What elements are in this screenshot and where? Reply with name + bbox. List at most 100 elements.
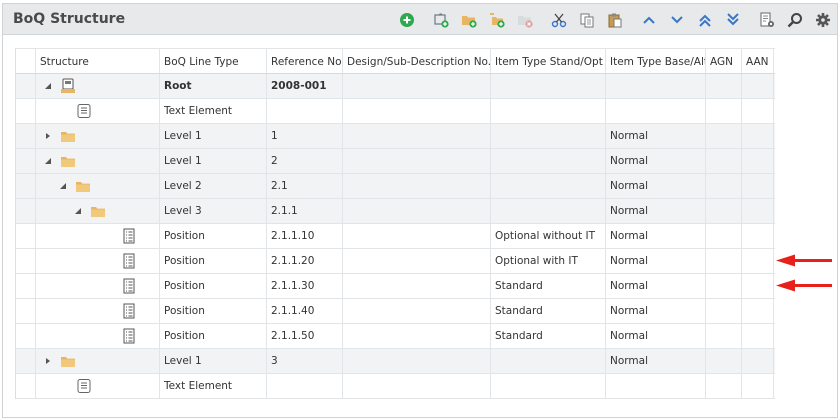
add-subfolder-button[interactable]: [483, 6, 511, 34]
aan-cell: [742, 199, 774, 223]
design-subdesc-cell: [343, 174, 491, 198]
table-row[interactable]: Position 2.1.1.30 Standard Normal: [16, 274, 775, 299]
agn-cell: [706, 174, 742, 198]
agn-cell: [706, 374, 742, 398]
move-bottom-button[interactable]: [719, 6, 747, 34]
base-alt-cell: Normal: [606, 174, 706, 198]
design-subdesc-cell: [343, 199, 491, 223]
line-type-cell: Position: [160, 249, 267, 273]
column-header-structure[interactable]: Structure: [36, 49, 160, 73]
row-spacer: [16, 349, 36, 373]
column-header-line-type[interactable]: BoQ Line Type: [160, 49, 267, 73]
table-row[interactable]: Text Element: [16, 99, 775, 124]
table-row[interactable]: Level 3 2.1.1 Normal: [16, 199, 775, 224]
reference-cell: 2.1.1: [267, 199, 343, 223]
structure-cell: [36, 349, 160, 373]
aan-cell: [742, 299, 774, 323]
settings-list-button[interactable]: [753, 6, 781, 34]
agn-cell: [706, 99, 742, 123]
table-row[interactable]: Root 2008-001: [16, 74, 775, 99]
expand-triangle-icon[interactable]: [44, 357, 52, 365]
aan-cell: [742, 99, 774, 123]
stand-opt-cell: [491, 74, 606, 98]
structure-cell: [36, 374, 160, 398]
structure-cell: [36, 174, 160, 198]
table-row[interactable]: Position 2.1.1.50 Standard Normal: [16, 324, 775, 349]
collapse-triangle-icon[interactable]: [74, 207, 82, 215]
design-subdesc-cell: [343, 124, 491, 148]
paste-button[interactable]: [601, 6, 629, 34]
design-subdesc-cell: [343, 299, 491, 323]
column-header-stand-opt[interactable]: Item Type Stand/Opt: [491, 49, 606, 73]
column-header-aan[interactable]: AAN: [742, 49, 774, 73]
add-root-button[interactable]: [427, 6, 455, 34]
aan-cell: [742, 74, 774, 98]
aan-cell: [742, 274, 774, 298]
agn-cell: [706, 224, 742, 248]
reference-cell: 2.1.1.20: [267, 249, 343, 273]
structure-cell: [36, 124, 160, 148]
move-top-icon: [699, 14, 711, 27]
structure-cell: [36, 299, 160, 323]
aan-cell: [742, 324, 774, 348]
agn-cell: [706, 74, 742, 98]
structure-cell: [36, 249, 160, 273]
base-alt-cell: Normal: [606, 349, 706, 373]
line-type-cell: Level 1: [160, 349, 267, 373]
table-row[interactable]: Position 2.1.1.40 Standard Normal: [16, 299, 775, 324]
base-alt-cell: [606, 74, 706, 98]
move-up-button[interactable]: [635, 6, 663, 34]
line-type-cell: Root: [160, 74, 267, 98]
base-alt-cell: Normal: [606, 124, 706, 148]
collapse-triangle-icon[interactable]: [44, 82, 52, 90]
table-row[interactable]: Level 1 1 Normal: [16, 124, 775, 149]
structure-cell: [36, 199, 160, 223]
table-row[interactable]: Position 2.1.1.20 Optional with IT Normal: [16, 249, 775, 274]
table-row[interactable]: Level 2 2.1 Normal: [16, 174, 775, 199]
cut-button[interactable]: [545, 6, 573, 34]
line-type-cell: Text Element: [160, 99, 267, 123]
design-subdesc-cell: [343, 324, 491, 348]
position-icon: [123, 228, 135, 244]
table-row[interactable]: Position 2.1.1.10 Optional without IT Norma…: [16, 224, 775, 249]
add-folder-button[interactable]: [455, 6, 483, 34]
aan-cell: [742, 374, 774, 398]
search-button[interactable]: [781, 6, 809, 34]
row-spacer: [16, 249, 36, 273]
column-header-reference[interactable]: Reference No.: [267, 49, 343, 73]
delete-folder-button[interactable]: [511, 6, 539, 34]
column-header-base-alt[interactable]: Item Type Base/Alt: [606, 49, 706, 73]
base-alt-cell: Normal: [606, 224, 706, 248]
row-spacer: [16, 74, 36, 98]
table-row[interactable]: Text Element: [16, 374, 775, 399]
stand-opt-cell: [491, 374, 606, 398]
base-alt-cell: Normal: [606, 299, 706, 323]
column-header-agn[interactable]: AGN: [706, 49, 742, 73]
line-type-cell: Level 1: [160, 124, 267, 148]
reference-cell: 2.1: [267, 174, 343, 198]
structure-cell: [36, 149, 160, 173]
design-subdesc-cell: [343, 374, 491, 398]
reference-cell: 2.1.1.50: [267, 324, 343, 348]
expand-triangle-icon[interactable]: [44, 132, 52, 140]
stand-opt-cell: [491, 199, 606, 223]
gear-button[interactable]: [809, 6, 837, 34]
grid-header-row: Structure BoQ Line Type Reference No. De…: [16, 48, 775, 74]
table-row[interactable]: Level 1 2 Normal: [16, 149, 775, 174]
row-spacer: [16, 374, 36, 398]
add-button[interactable]: [393, 6, 421, 34]
settings-list-icon: [760, 12, 774, 27]
line-type-cell: Level 3: [160, 199, 267, 223]
boq-grid[interactable]: Structure BoQ Line Type Reference No. De…: [15, 48, 775, 399]
column-header-design-sub-desc[interactable]: Design/Sub-Description No.: [343, 49, 491, 73]
collapse-triangle-icon[interactable]: [44, 157, 52, 165]
structure-cell: [36, 274, 160, 298]
table-row[interactable]: Level 1 3 Normal: [16, 349, 775, 374]
move-down-button[interactable]: [663, 6, 691, 34]
folder-icon: [76, 182, 90, 192]
design-subdesc-cell: [343, 74, 491, 98]
agn-cell: [706, 124, 742, 148]
copy-button[interactable]: [573, 6, 601, 34]
move-top-button[interactable]: [691, 6, 719, 34]
collapse-triangle-icon[interactable]: [59, 182, 67, 190]
